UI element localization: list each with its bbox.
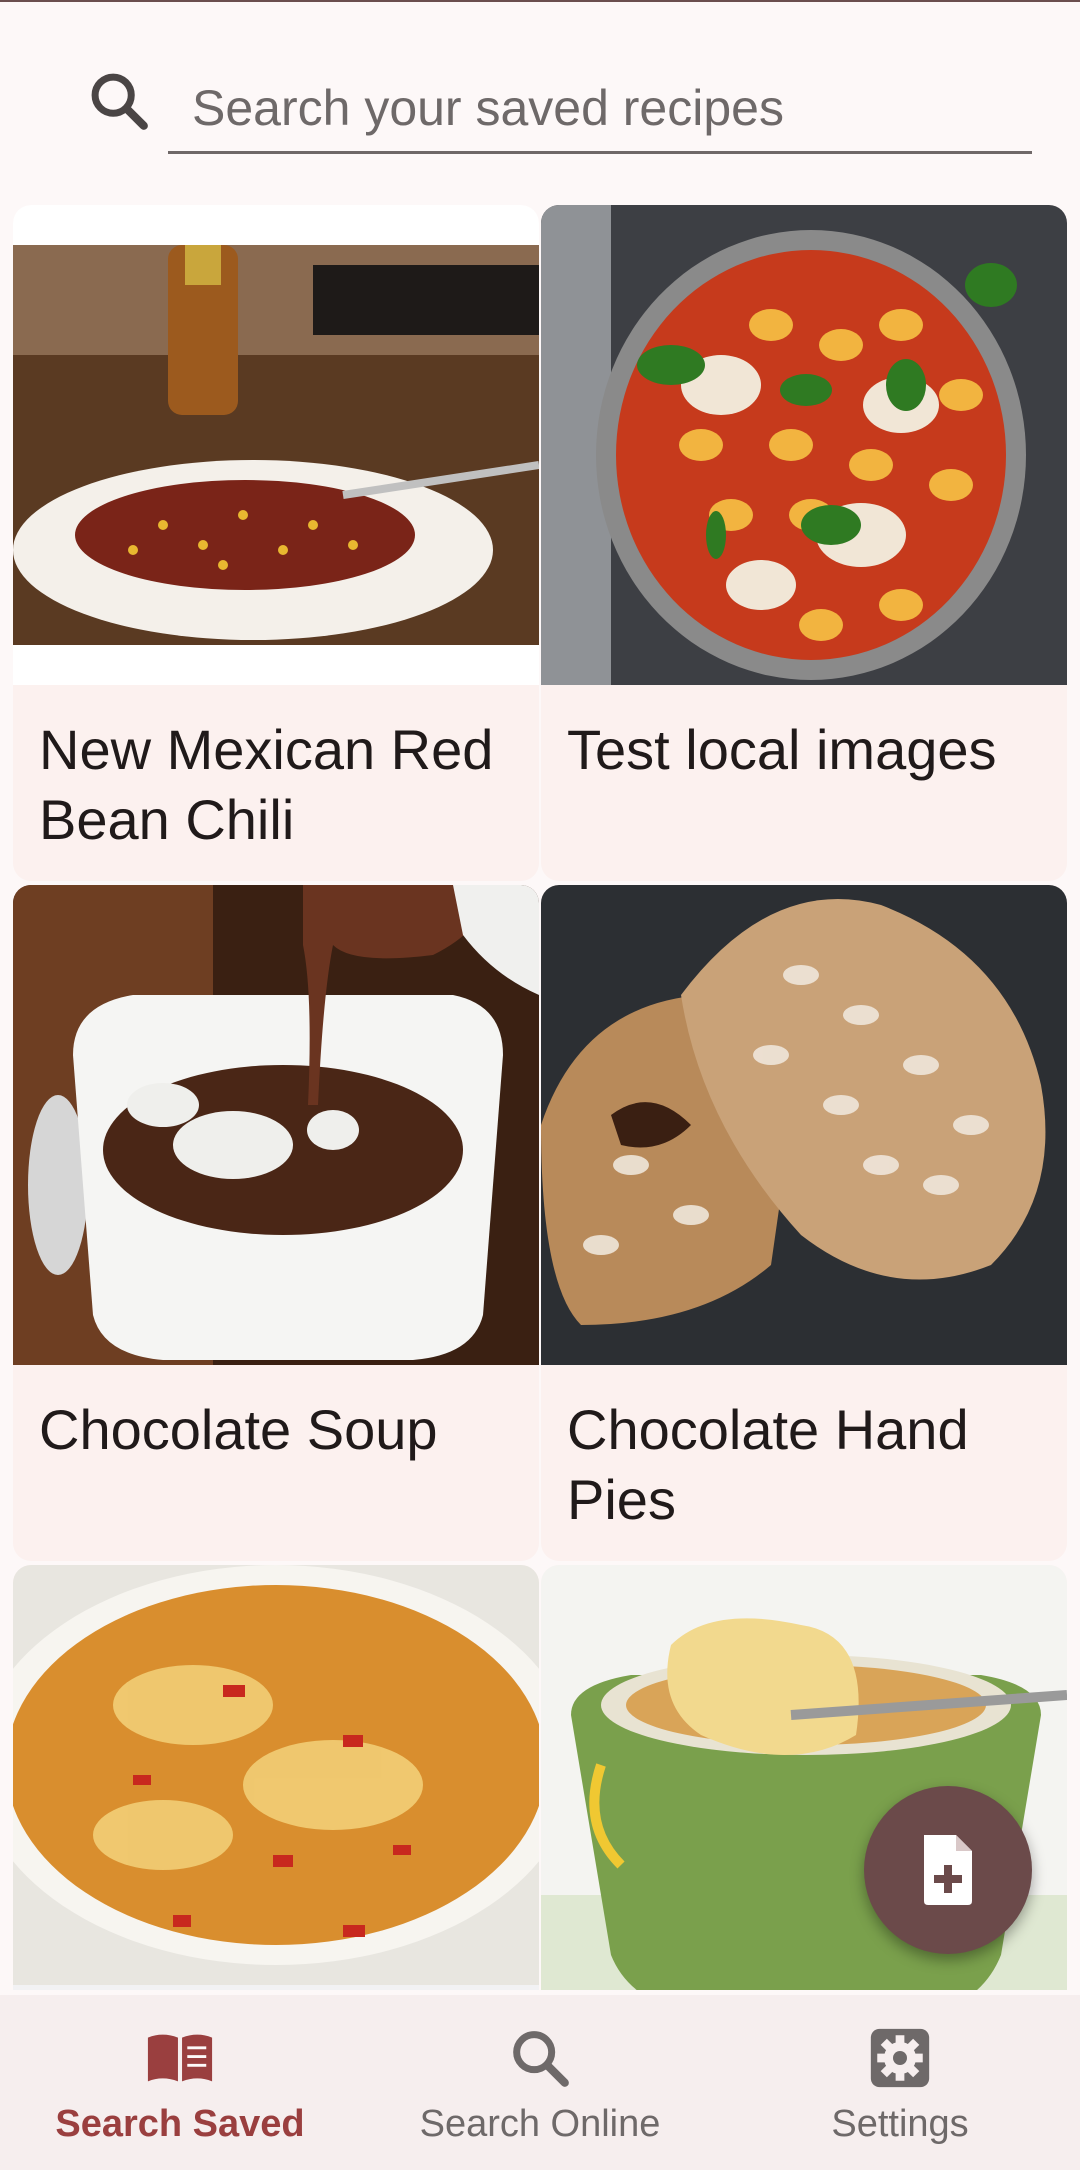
recipe-photo: [13, 885, 539, 1365]
book-icon: [147, 2034, 213, 2082]
recipe-card[interactable]: Chocolate Hand Pies: [541, 885, 1067, 1561]
nav-settings[interactable]: Settings: [720, 1995, 1080, 2170]
nav-search-saved[interactable]: Search Saved: [0, 1995, 360, 2170]
recipe-photo: [541, 885, 1067, 1365]
nav-search-online[interactable]: Search Online: [360, 1995, 720, 2170]
recipe-title: New Mexican Red Bean Chili: [39, 718, 494, 851]
recipe-card[interactable]: [13, 1565, 539, 1990]
nav-label: Settings: [831, 2103, 969, 2145]
recipe-card[interactable]: Test local images: [541, 205, 1067, 881]
bottom-navigation: Search Saved Search Online Settings: [0, 1995, 1080, 2170]
recipe-photo: [13, 205, 539, 685]
recipe-grid: New Mexican Red Bean Chili Test local im…: [12, 205, 1068, 1990]
recipe-title: Test local images: [567, 718, 997, 781]
search-icon: [513, 2031, 569, 2087]
search-icon: [91, 73, 148, 130]
recipe-title: Chocolate Soup: [39, 1398, 438, 1461]
recipe-card[interactable]: New Mexican Red Bean Chili: [13, 205, 539, 881]
top-divider: [0, 0, 1080, 2]
nav-label: Search Online: [419, 2103, 661, 2145]
search-bar: [0, 40, 1080, 180]
search-input[interactable]: [168, 64, 1032, 154]
gear-icon: [870, 2028, 930, 2088]
recipe-photo: [541, 205, 1067, 685]
nav-label: Search Saved: [55, 2103, 305, 2145]
recipe-title: Chocolate Hand Pies: [567, 1398, 969, 1531]
add-recipe-button[interactable]: [864, 1786, 1032, 1954]
note-add-icon: [924, 1835, 972, 1905]
recipe-photo: [13, 1565, 539, 1990]
recipe-card[interactable]: Chocolate Soup: [13, 885, 539, 1561]
